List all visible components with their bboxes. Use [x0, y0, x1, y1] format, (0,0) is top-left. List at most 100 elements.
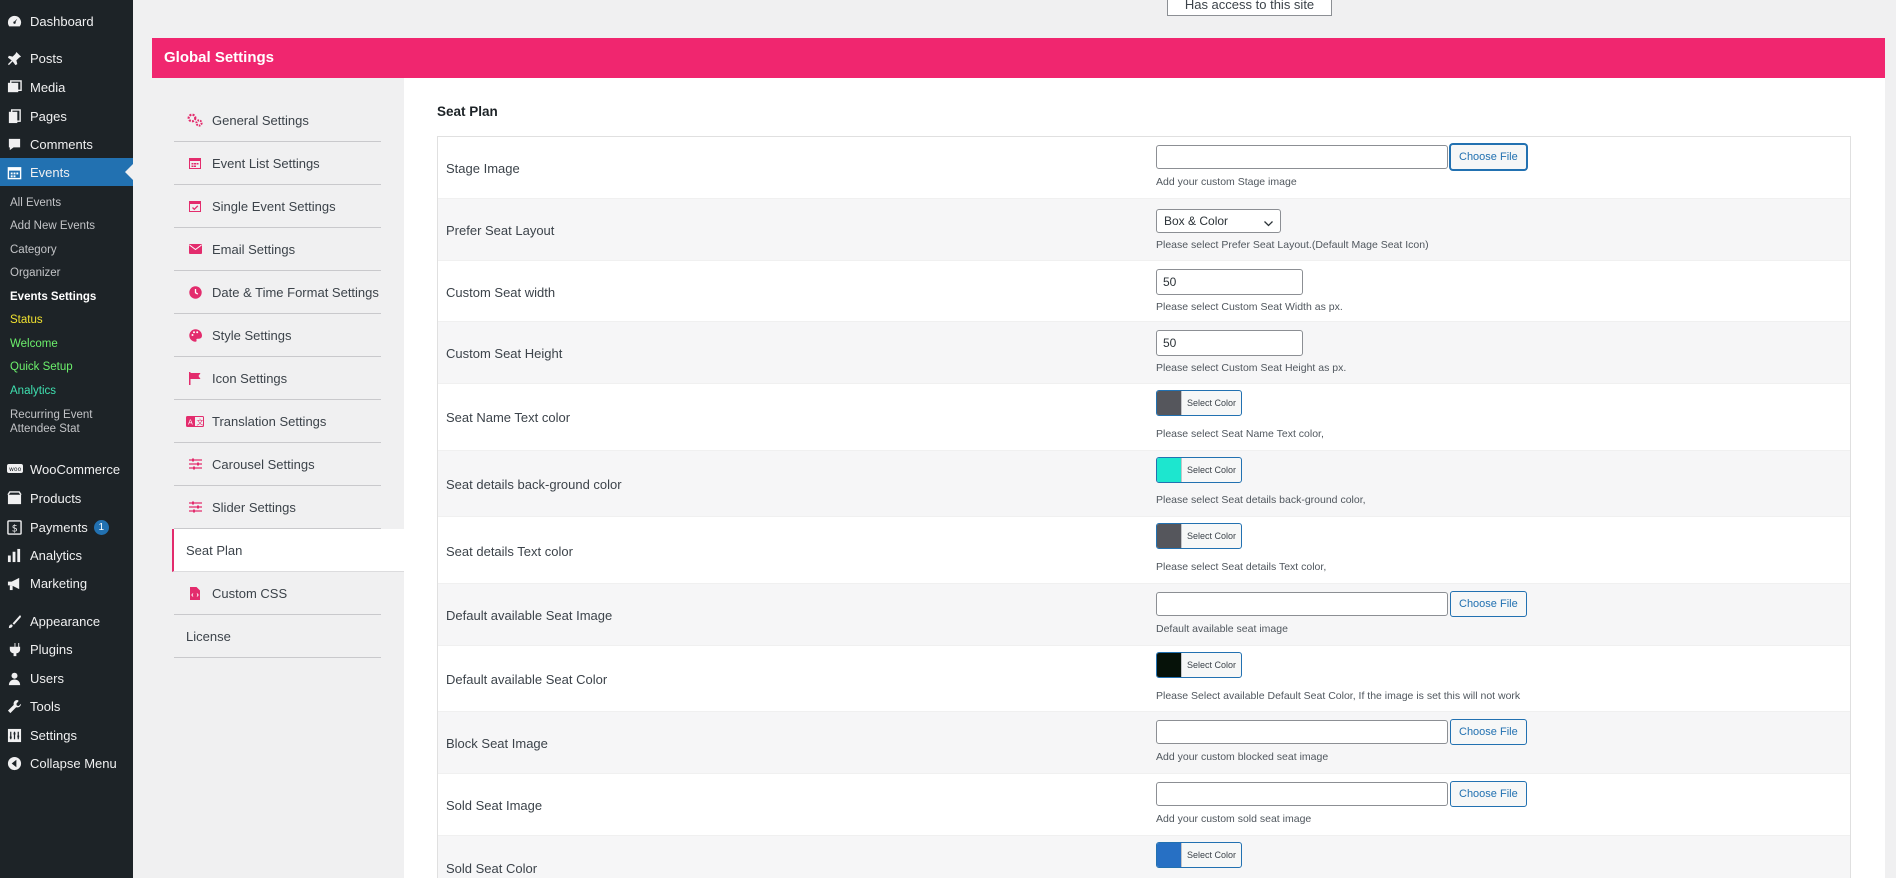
seat-layout-select[interactable]: Box & Color [1156, 209, 1281, 233]
tools-icon [6, 698, 23, 715]
tab-license[interactable]: License [174, 615, 381, 658]
setting-row-sold-seat-color: Sold Seat Color Select Color [438, 836, 1850, 878]
file-upload-control: Choose File [1156, 144, 1527, 170]
menu-settings[interactable]: Settings [0, 724, 133, 746]
dashboard-icon [6, 13, 23, 30]
tab-label: Date & Time Format Settings [212, 284, 379, 300]
setting-label: Prefer Seat Layout [446, 223, 555, 238]
submenu-analytics[interactable]: Analytics [10, 385, 56, 397]
submenu-organizer[interactable]: Organizer [10, 267, 61, 279]
menu-events[interactable]: Events [0, 158, 133, 186]
submenu-quick-setup[interactable]: Quick Setup [10, 361, 73, 373]
menu-label: Comments [30, 136, 93, 152]
select-color-label: Select Color [1187, 660, 1237, 670]
select-color-button[interactable]: Select Color [1156, 652, 1243, 678]
file-code-icon [186, 586, 204, 600]
tab-label: General Settings [212, 112, 309, 128]
file-path-input[interactable] [1156, 720, 1448, 744]
setting-row-sold-seat-image: Sold Seat Image Choose File Add your cus… [438, 774, 1850, 836]
brush-icon [6, 613, 23, 630]
menu-label: Pages [30, 108, 67, 124]
menu-pages[interactable]: Pages [0, 105, 133, 127]
submenu-category[interactable]: Category [10, 244, 57, 256]
menu-appearance[interactable]: Appearance [0, 610, 133, 632]
submenu-events-settings[interactable]: Events Settings [10, 291, 96, 303]
tab-label: Custom CSS [212, 585, 288, 601]
menu-label: Posts [30, 50, 63, 66]
tab-label: Event List Settings [212, 155, 320, 171]
menu-label: Dashboard [30, 13, 94, 29]
tab-label: Style Settings [212, 327, 292, 343]
choose-file-button[interactable]: Choose File [1450, 781, 1527, 807]
file-path-input[interactable] [1156, 145, 1448, 169]
tab-date-time-format-settings[interactable]: Date & Time Format Settings [174, 271, 381, 314]
comments-icon [6, 136, 23, 153]
tab-general-settings[interactable]: General Settings [174, 99, 381, 142]
file-upload-control: Choose File [1156, 591, 1527, 617]
menu-label: Users [30, 670, 64, 686]
select-color-button[interactable]: Select Color [1156, 457, 1243, 483]
tab-icon-settings[interactable]: Icon Settings [174, 357, 381, 400]
file-path-input[interactable] [1156, 592, 1448, 616]
submenu-recurring-event-attendee-stat[interactable]: Recurring Event Attendee Stat [10, 408, 120, 436]
menu-woocommerce[interactable]: woo WooCommerce [0, 458, 133, 480]
select-color-button[interactable]: Select Color [1156, 842, 1243, 868]
setting-row-seat-details-background-color: Seat details back-ground color Select Co… [438, 451, 1850, 517]
tab-carousel-settings[interactable]: Carousel Settings [174, 443, 381, 486]
choose-file-button[interactable]: Choose File [1450, 144, 1527, 170]
menu-posts[interactable]: Posts [0, 47, 133, 69]
select-value: Box & Color [1164, 214, 1229, 228]
color-swatch [1157, 458, 1182, 482]
select-color-button[interactable]: Select Color [1156, 390, 1243, 416]
tab-seat-plan[interactable]: Seat Plan [172, 529, 404, 572]
setting-label: Seat details back-ground color [446, 477, 622, 492]
choose-file-button[interactable]: Choose File [1450, 591, 1527, 617]
menu-media[interactable]: Media [0, 76, 133, 98]
menu-label: Settings [30, 727, 77, 743]
menu-tools[interactable]: Tools [0, 695, 133, 717]
tab-label: Icon Settings [212, 370, 288, 386]
setting-row-default-available-seat-color: Default available Seat Color Select Colo… [438, 646, 1850, 712]
menu-dashboard[interactable]: Dashboard [0, 10, 133, 32]
svg-text:$: $ [12, 523, 18, 534]
tab-style-settings[interactable]: Style Settings [174, 314, 381, 357]
select-color-button[interactable]: Select Color [1156, 523, 1243, 549]
tab-slider-settings[interactable]: Slider Settings [174, 486, 381, 529]
submenu-add-new-events[interactable]: Add New Events [10, 220, 95, 232]
palette-icon [186, 328, 204, 342]
menu-analytics[interactable]: Analytics [0, 544, 133, 566]
collapse-menu-button[interactable]: Collapse Menu [0, 752, 133, 774]
setting-description: Add your custom Stage image [1156, 176, 1297, 188]
menu-products[interactable]: Products [0, 487, 133, 509]
products-icon [6, 490, 23, 507]
setting-label: Custom Seat width [446, 285, 556, 300]
pages-icon [6, 108, 23, 125]
menu-plugins[interactable]: Plugins [0, 638, 133, 660]
menu-users[interactable]: Users [0, 667, 133, 689]
submenu-welcome[interactable]: Welcome [10, 338, 58, 350]
tab-custom-css[interactable]: Custom CSS [174, 572, 381, 615]
tab-email-settings[interactable]: Email Settings [174, 228, 381, 271]
menu-label: Tools [30, 698, 61, 714]
seat-width-input[interactable]: 50 [1156, 269, 1303, 295]
file-path-input[interactable] [1156, 782, 1448, 806]
tab-label: Email Settings [212, 241, 296, 257]
select-color-label: Select Color [1187, 850, 1237, 860]
setting-row-seat-details-text-color: Seat details Text color Select Color Ple… [438, 517, 1850, 584]
tab-single-event-settings[interactable]: Single Event Settings [174, 185, 381, 228]
menu-marketing[interactable]: Marketing [0, 572, 133, 594]
tab-event-list-settings[interactable]: Event List Settings [174, 142, 381, 185]
menu-payments[interactable]: $ Payments 1 [0, 516, 133, 538]
svg-text:文: 文 [197, 417, 204, 426]
media-icon [6, 79, 23, 96]
choose-file-button[interactable]: Choose File [1450, 719, 1527, 745]
select-color-label: Select Color [1187, 398, 1237, 408]
tab-translation-settings[interactable]: A文 Translation Settings [174, 400, 381, 443]
setting-label: Block Seat Image [446, 736, 548, 751]
submenu-status[interactable]: Status [10, 314, 43, 326]
menu-comments[interactable]: Comments [0, 133, 133, 155]
site-access-tag: Has access to this site [1167, 0, 1332, 16]
submenu-all-events[interactable]: All Events [10, 197, 61, 209]
admin-sidebar: Dashboard Posts Media Pages Comments Eve… [0, 0, 133, 878]
seat-height-input[interactable]: 50 [1156, 330, 1303, 356]
